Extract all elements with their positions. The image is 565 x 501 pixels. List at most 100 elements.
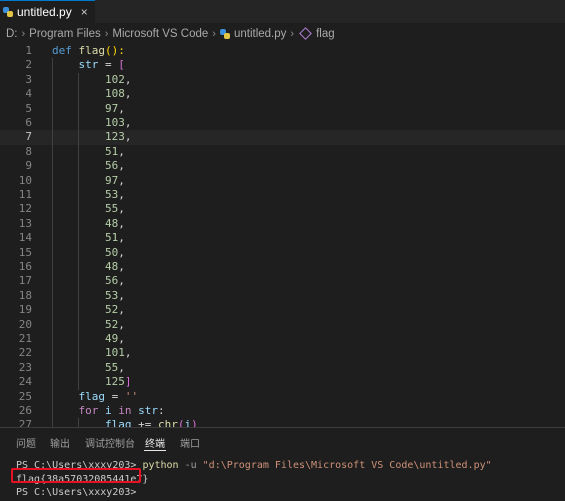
code-token: ,: [118, 317, 125, 331]
indent-guide: [52, 245, 53, 260]
code-token: def: [52, 44, 79, 57]
breadcrumb-drive[interactable]: D:: [6, 28, 18, 40]
code-line[interactable]: 13 48,: [0, 216, 565, 232]
breadcrumb-file[interactable]: untitled.py: [234, 28, 286, 40]
code-text: 125]: [105, 375, 132, 389]
line-number: 23: [18, 360, 32, 374]
code-token: 52: [104, 317, 119, 331]
code-line[interactable]: 2 str = [: [0, 58, 565, 73]
code-line[interactable]: 21 49,: [0, 332, 565, 347]
bottom-panel: 问题 输出 调试控制台 终端 端口 PS C:\Users\xxxy203> p…: [0, 427, 565, 501]
indent-guide: [78, 317, 80, 332]
terminal-path: "d:\Program Files\Microsoft VS Code\unti…: [202, 460, 492, 471]
code-line[interactable]: 5 97,: [0, 101, 565, 116]
indent-guide: [78, 418, 80, 427]
code-line[interactable]: 22 101,: [0, 346, 565, 361]
indent-guide: [52, 375, 53, 390]
code-line[interactable]: 23 55,: [0, 360, 565, 376]
breadcrumb-symbol[interactable]: flag: [316, 28, 335, 40]
code-line[interactable]: 25 flag = '': [0, 389, 565, 404]
code-line[interactable]: 24 125]: [0, 375, 565, 390]
code-line[interactable]: 7 123,: [0, 130, 565, 145]
tab-output[interactable]: 输出: [50, 435, 70, 450]
indent-guide: [78, 303, 80, 318]
chevron-right-icon: ›: [212, 27, 216, 40]
code-token: ,: [118, 188, 125, 201]
code-token: for: [78, 404, 105, 417]
code-line[interactable]: 3 102,: [0, 72, 565, 88]
breadcrumb-vscode-folder[interactable]: Microsoft VS Code: [112, 28, 208, 40]
code-line[interactable]: 8 51,: [0, 144, 565, 160]
code-text: 103,: [105, 116, 132, 130]
breadcrumb-program-files[interactable]: Program Files: [29, 28, 101, 40]
code-text: def flag():: [52, 44, 125, 58]
tab-terminal[interactable]: 终端: [145, 435, 165, 450]
code-token: ,: [124, 116, 132, 129]
code-token: [: [118, 58, 125, 72]
tab-problems[interactable]: 问题: [16, 435, 36, 450]
indent-guide: [52, 101, 53, 116]
indent-guide: [78, 216, 80, 232]
code-line[interactable]: 18 53,: [0, 288, 565, 304]
code-line[interactable]: 1 def flag():: [0, 44, 565, 58]
indent-guide: [52, 332, 53, 347]
code-token: str: [78, 58, 99, 72]
indent-guide: [52, 346, 53, 361]
indent-guide: [78, 130, 80, 145]
code-token: flag: [78, 389, 105, 403]
line-number: 9: [25, 159, 32, 173]
function-symbol-icon: [299, 27, 312, 40]
code-line[interactable]: 20 52,: [0, 317, 565, 332]
code-line[interactable]: 19 52,: [0, 303, 565, 318]
code-line[interactable]: 11 53,: [0, 188, 565, 203]
line-number: 13: [18, 216, 32, 230]
indent-guide: [52, 360, 53, 376]
indent-guide: [52, 202, 53, 217]
indent-guide: [78, 173, 80, 188]
code-line[interactable]: 14 51,: [0, 231, 565, 246]
code-line[interactable]: 17 56,: [0, 274, 565, 289]
code-token: ,: [124, 346, 132, 360]
code-line[interactable]: 15 50,: [0, 245, 565, 260]
terminal-flag: -u: [178, 460, 203, 471]
code-line[interactable]: 16 48,: [0, 260, 565, 275]
line-number: 6: [25, 116, 32, 129]
code-text: flag = '': [78, 390, 138, 404]
indent-guide: [78, 231, 80, 246]
code-token: 108: [104, 87, 125, 101]
code-line[interactable]: 4 108,: [0, 87, 565, 102]
indent-guide: [52, 72, 53, 88]
indent-guide: [78, 245, 80, 260]
tab-ports[interactable]: 端口: [180, 435, 200, 450]
code-line[interactable]: 12 55,: [0, 202, 565, 217]
line-number: 26: [18, 404, 32, 417]
indent-guide: [52, 116, 53, 131]
line-number: 14: [18, 231, 32, 245]
indent-guide: [52, 87, 53, 102]
close-icon[interactable]: ×: [81, 6, 88, 18]
indent-guide: [52, 144, 53, 160]
code-token: flag: [78, 44, 106, 57]
code-token: 55: [104, 360, 119, 374]
code-line[interactable]: 26 for i in str:: [0, 404, 565, 419]
code-line[interactable]: 10 97,: [0, 173, 565, 188]
code-line[interactable]: 27 flag += chr(i): [0, 418, 565, 427]
code-text: 101,: [105, 346, 132, 360]
code-editor[interactable]: 1 def flag(): 2 str = [3 102, 4 108, 5 97, 6 103, 7…: [0, 44, 565, 427]
indent-guide: [52, 188, 53, 203]
line-number: 7: [25, 130, 32, 144]
code-line[interactable]: 6 103,: [0, 116, 565, 131]
indent-guide: [78, 144, 80, 160]
code-line[interactable]: 9 56,: [0, 159, 565, 174]
code-text: flag += chr(i): [105, 418, 198, 427]
code-token: 52: [104, 303, 119, 317]
tab-untitled-py[interactable]: untitled.py ×: [0, 0, 95, 23]
panel-tabs: 问题 输出 调试控制台 终端 端口: [0, 428, 565, 452]
code-token: str: [138, 404, 158, 417]
line-number: 27: [18, 418, 32, 427]
indent-guide: [52, 389, 53, 404]
line-number: 1: [25, 44, 32, 57]
code-text: 108,: [105, 87, 132, 101]
tab-debug-console[interactable]: 调试控制台: [85, 435, 135, 450]
code-token: ,: [118, 173, 125, 187]
